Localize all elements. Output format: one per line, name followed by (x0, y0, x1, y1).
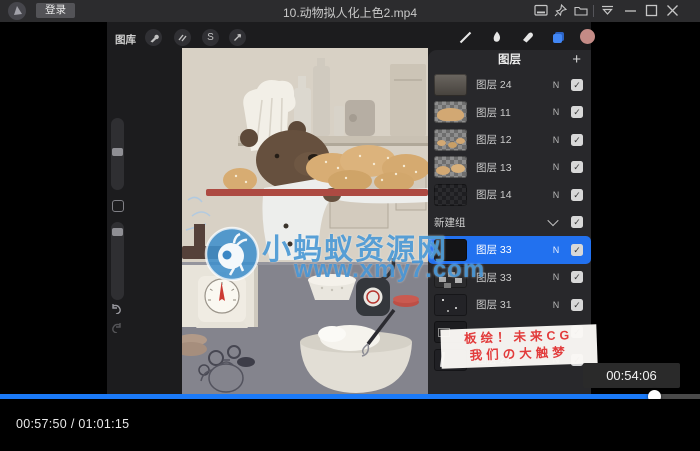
layer-row[interactable]: 图层 12 N ✓ (428, 126, 591, 154)
layer-blend-mode[interactable]: N (550, 162, 562, 172)
open-file-folder-icon[interactable] (574, 4, 589, 18)
pin-icon[interactable] (554, 4, 569, 18)
brush-size-slider (111, 118, 124, 190)
main-menu-icon[interactable] (600, 4, 615, 18)
layers-icon-active (550, 29, 567, 46)
layer-name: 图层 12 (476, 132, 550, 147)
layer-thumbnail (434, 266, 467, 288)
window-title: 10.动物拟人化上色2.mp4 (0, 4, 700, 21)
adjustments-icon (174, 29, 191, 46)
layer-row[interactable]: 新建组 ✓ (428, 209, 591, 237)
layer-thumbnail (434, 239, 467, 261)
title-bar: 登录 10.动物拟人化上色2.mp4 (0, 0, 700, 22)
player-window: 登录 10.动物拟人化上色2.mp4 图库 (0, 0, 700, 451)
layer-visibility-checkbox[interactable]: ✓ (571, 161, 583, 173)
procreate-toolbar: 图库 S (107, 27, 591, 48)
layer-visibility-checkbox[interactable]: ✓ (571, 189, 583, 201)
layer-thumbnail (434, 294, 467, 316)
chevron-down-icon (547, 215, 558, 226)
modify-button (112, 200, 124, 212)
eraser-icon (519, 29, 536, 46)
layer-blend-mode[interactable]: N (550, 300, 562, 310)
canvas-artwork-bear-baker (182, 48, 428, 394)
layer-thumbnail (434, 101, 467, 123)
layer-visibility-checkbox[interactable]: ✓ (571, 271, 583, 283)
layer-thumbnail (434, 74, 467, 96)
layer-name: 图层 31 (476, 297, 550, 312)
layer-visibility-checkbox[interactable]: ✓ (571, 216, 583, 228)
redo-icon (110, 322, 123, 336)
layer-blend-mode[interactable]: N (550, 272, 562, 282)
layer-row[interactable]: 图层 14 N ✓ (428, 181, 591, 209)
layer-visibility-checkbox[interactable]: ✓ (571, 244, 583, 256)
mini-player-icon[interactable] (534, 4, 549, 18)
layer-name: 图层 14 (476, 187, 550, 202)
opacity-slider (111, 222, 124, 300)
brush-size-handle (112, 148, 123, 156)
transform-arrow-icon (229, 29, 246, 46)
undo-icon (110, 303, 123, 317)
time-display: 00:57:50 / 01:01:15 (16, 417, 129, 431)
layer-name: 新建组 (434, 215, 549, 230)
layer-visibility-checkbox[interactable]: ✓ (571, 134, 583, 146)
layer-row[interactable]: 图层 31 N ✓ (428, 291, 591, 319)
brush-icon (457, 29, 474, 46)
titlebar-divider (593, 5, 594, 17)
layer-blend-mode[interactable]: N (550, 245, 562, 255)
actions-wrench-icon (145, 29, 162, 46)
video-surface[interactable]: 图库 S (0, 22, 700, 394)
layer-blend-mode[interactable]: N (550, 80, 562, 90)
layer-blend-mode[interactable]: N (550, 135, 562, 145)
layer-visibility-checkbox[interactable]: ✓ (571, 79, 583, 91)
selection-icon: S (202, 29, 219, 46)
red-text-banner: 板绘！未来CG 我们の大触梦 (440, 324, 597, 368)
minimize-icon[interactable] (624, 4, 639, 18)
layer-thumbnail (434, 156, 467, 178)
maximize-icon[interactable] (645, 4, 660, 18)
close-icon[interactable] (666, 4, 681, 18)
seek-preview-tooltip: 00:54:06 (583, 363, 680, 388)
layer-thumbnail (434, 184, 467, 206)
opacity-handle (112, 228, 123, 236)
layer-blend-mode[interactable]: N (550, 107, 562, 117)
layer-row[interactable]: 图层 33 N ✓ (428, 264, 591, 292)
layer-thumbnail (434, 129, 467, 151)
layer-row[interactable]: 图层 13 N ✓ (428, 154, 591, 182)
layer-visibility-checkbox[interactable]: ✓ (571, 299, 583, 311)
layer-name: 图层 13 (476, 160, 550, 175)
layer-blend-mode[interactable]: N (550, 190, 562, 200)
layer-name: 图层 33 (476, 242, 550, 257)
layer-row[interactable]: 图层 24 N ✓ (428, 71, 591, 99)
control-bar: 00:57:50 / 01:01:15 倍速 (0, 399, 700, 451)
layer-row[interactable]: 图层 33 N ✓ (428, 236, 591, 264)
active-color-swatch (580, 29, 595, 44)
layers-panel-header: 图层 + (428, 50, 591, 71)
layer-row[interactable]: 图层 11 N ✓ (428, 99, 591, 127)
add-layer-button: + (572, 50, 581, 70)
gallery-label: 图库 (115, 32, 136, 47)
smudge-icon (489, 29, 506, 46)
layer-visibility-checkbox[interactable]: ✓ (571, 106, 583, 118)
layer-name: 图层 24 (476, 77, 550, 92)
layers-panel-title: 图层 (498, 54, 521, 66)
layer-name: 图层 11 (476, 105, 550, 120)
layer-name: 图层 33 (476, 270, 550, 285)
